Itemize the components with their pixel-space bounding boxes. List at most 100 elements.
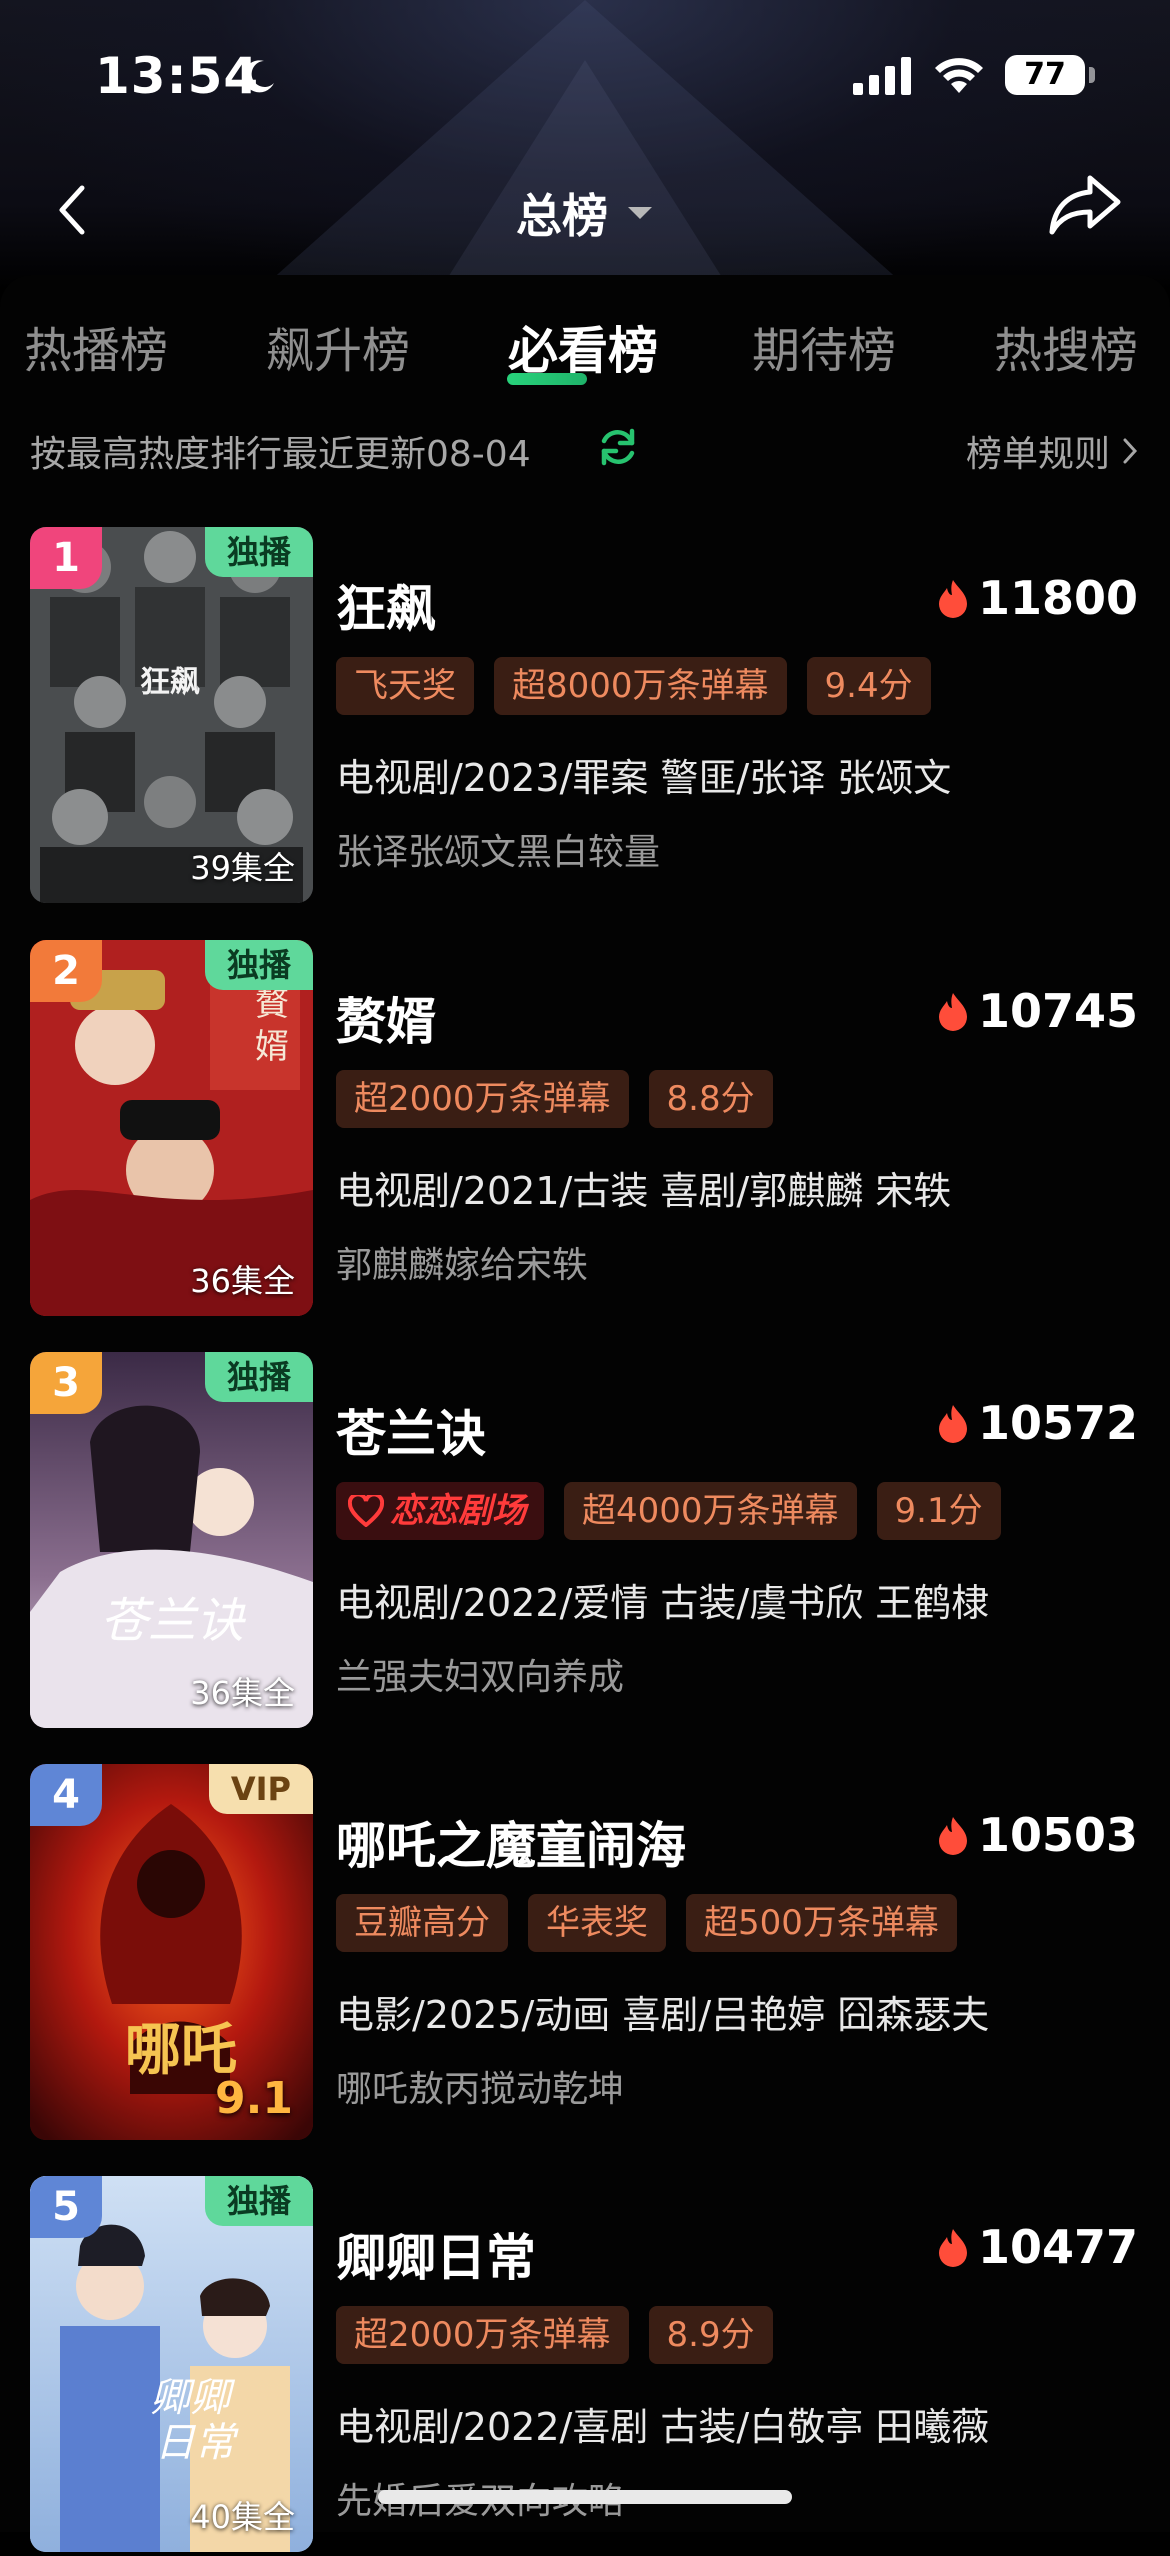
score-badge: 9.4分: [806, 657, 931, 715]
theater-brand-badge: 恋恋剧场: [336, 1482, 544, 1540]
danmaku-badge: 超8000万条弹幕: [494, 657, 787, 715]
item-title[interactable]: 苍兰诀: [336, 1394, 486, 1466]
score-badge: 8.9分: [648, 2306, 773, 2364]
nav-title-container: 总榜: [0, 180, 1170, 246]
exclusive-tag: 独播: [204, 2176, 313, 2226]
moon-icon: [243, 60, 274, 93]
heat-score: 10745: [936, 984, 1138, 1038]
ranking-rules-label: 榜单规则: [965, 434, 1110, 475]
svg-text:日常: 日常: [155, 2420, 239, 2466]
danmaku-badge: 超4000万条弹幕: [564, 1482, 857, 1540]
dropdown-triangle-icon: [628, 207, 652, 219]
poster[interactable]: 苍兰诀 3 独播 36集全: [30, 1352, 313, 1728]
svg-text:苍兰诀: 苍兰诀: [100, 1593, 246, 1649]
active-tab-indicator: [507, 373, 587, 385]
svg-text:婿: 婿: [255, 1027, 289, 1067]
ranking-rules-link[interactable]: 榜单规则: [966, 425, 1140, 477]
svg-text:狂飙: 狂飙: [140, 665, 200, 700]
svg-text:贅: 贅: [255, 984, 289, 1024]
badge-row: 超2000万条弹幕 8.9分: [336, 2306, 773, 2364]
battery-level: 77: [1005, 55, 1085, 95]
badge-row: 超2000万条弹幕 8.8分: [336, 1070, 773, 1128]
douban-badge: 豆瓣高分: [336, 1894, 508, 1952]
flame-icon: [938, 1817, 967, 1855]
heat-score: 10477: [936, 2220, 1138, 2274]
ranking-item[interactable]: 贅 婿 2 独播 36集全 赘婿 10745 超2000万条弹幕 8.8分 电视…: [0, 940, 1170, 1320]
rank-badge: 3: [30, 1352, 102, 1414]
heat-value: 10477: [977, 2220, 1138, 2274]
item-title[interactable]: 哪吒之魔童闹海: [336, 1806, 686, 1878]
flame-icon: [938, 1405, 967, 1443]
nav-bar: 总榜: [0, 170, 1170, 250]
item-meta: 电视剧/2021/古装 喜剧/郭麒麟 宋轶: [336, 1169, 952, 1213]
item-meta: 电影/2025/动画 喜剧/吕艳婷 囧森瑟夫: [336, 1993, 990, 2037]
poster[interactable]: 贅 婿 2 独播 36集全: [30, 940, 313, 1316]
poster-rating: 9.1: [215, 2073, 293, 2124]
item-meta: 电视剧/2023/罪案 警匪/张译 张颂文: [336, 756, 952, 800]
tab-rising[interactable]: 飙升榜: [266, 311, 410, 381]
episode-count: 36集全: [190, 1674, 295, 1712]
heat-score: 10503: [936, 1808, 1138, 1862]
refresh-icon[interactable]: [596, 425, 640, 469]
award-badge: 飞天奖: [336, 657, 474, 715]
badge-row: 恋恋剧场 超4000万条弹幕 9.1分: [336, 1482, 1001, 1540]
rank-badge: 2: [30, 940, 102, 1002]
item-description: 张译张颂文黑白较量: [336, 832, 661, 873]
nav-title: 总榜: [516, 189, 608, 243]
flame-icon: [938, 2229, 967, 2267]
exclusive-tag: 独播: [204, 527, 313, 577]
heat-score: 10572: [936, 1396, 1138, 1450]
danmaku-badge: 超2000万条弹幕: [336, 1070, 629, 1128]
flame-icon: [938, 580, 967, 618]
status-time: 13:54: [95, 47, 260, 105]
heat-value: 10572: [977, 1396, 1138, 1450]
ranking-subline: 按最高热度排行最近更新08-04 榜单规则: [30, 425, 1140, 477]
vip-tag: VIP: [208, 1764, 313, 1814]
theater-brand-label: 恋恋剧场: [390, 1491, 526, 1531]
item-meta: 电视剧/2022/喜剧 古装/白敬亭 田曦薇: [336, 2405, 990, 2449]
heat-value: 10503: [977, 1808, 1138, 1862]
ranking-item[interactable]: 狂飙 1 独播 39集全 狂飙 11800 飞天奖 超8000万条弹幕 9.4分…: [0, 527, 1170, 907]
item-title[interactable]: 卿卿日常: [336, 2218, 536, 2290]
award-badge: 华表奖: [528, 1894, 666, 1952]
item-meta: 电视剧/2022/爱情 古装/虞书欣 王鹤棣: [336, 1581, 990, 1625]
share-icon[interactable]: [1048, 172, 1124, 238]
episode-count: 40集全: [190, 2498, 295, 2536]
poster[interactable]: 卿卿 日常 5 独播 40集全: [30, 2176, 313, 2552]
ranking-selector[interactable]: 总榜: [516, 180, 654, 246]
item-description: 郭麒麟嫁给宋轶: [336, 1245, 589, 1286]
episode-count: 39集全: [190, 849, 295, 887]
item-description: 兰强夫妇双向养成: [336, 1657, 625, 1698]
home-indicator[interactable]: [378, 2490, 792, 2504]
rank-badge: 5: [30, 2176, 102, 2238]
chevron-right-icon: [1123, 438, 1138, 464]
flame-icon: [938, 993, 967, 1031]
tab-anticipated[interactable]: 期待榜: [752, 311, 896, 381]
cellular-signal-icon: [853, 57, 911, 95]
battery-nub: [1089, 67, 1095, 83]
update-info: 按最高热度排行最近更新08-04: [30, 434, 531, 475]
poster[interactable]: 狂飙 1 独播 39集全: [30, 527, 313, 903]
item-description: 哪吒敖丙搅动乾坤: [336, 2069, 625, 2110]
badge-row: 豆瓣高分 华表奖 超500万条弹幕: [336, 1894, 957, 1952]
item-title[interactable]: 赘婿: [336, 982, 436, 1054]
rank-badge: 1: [30, 527, 102, 589]
tab-hot-search[interactable]: 热搜榜: [994, 311, 1138, 381]
item-title[interactable]: 狂飙: [336, 569, 436, 641]
exclusive-tag: 独播: [204, 1352, 313, 1402]
heat-score: 11800: [936, 571, 1138, 625]
heat-value: 10745: [977, 984, 1138, 1038]
tab-hot-playing[interactable]: 热播榜: [24, 311, 168, 381]
ranking-item[interactable]: 苍兰诀 3 独播 36集全 苍兰诀 10572 恋恋剧场 超4000万条弹幕 9…: [0, 1352, 1170, 1732]
exclusive-tag: 独播: [204, 940, 313, 990]
svg-text:卿卿: 卿卿: [150, 2375, 236, 2421]
poster[interactable]: 哪吒 4 VIP 9.1: [30, 1764, 313, 2140]
ranking-item[interactable]: 哪吒 4 VIP 9.1 哪吒之魔童闹海 10503 豆瓣高分 华表奖 超500…: [0, 1764, 1170, 2144]
score-badge: 8.8分: [648, 1070, 773, 1128]
score-badge: 9.1分: [876, 1482, 1001, 1540]
rank-badge: 4: [30, 1764, 102, 1826]
status-bar: 13:54 77: [0, 45, 1170, 115]
danmaku-badge: 超2000万条弹幕: [336, 2306, 629, 2364]
danmaku-badge: 超500万条弹幕: [686, 1894, 957, 1952]
wifi-icon: [935, 58, 983, 93]
